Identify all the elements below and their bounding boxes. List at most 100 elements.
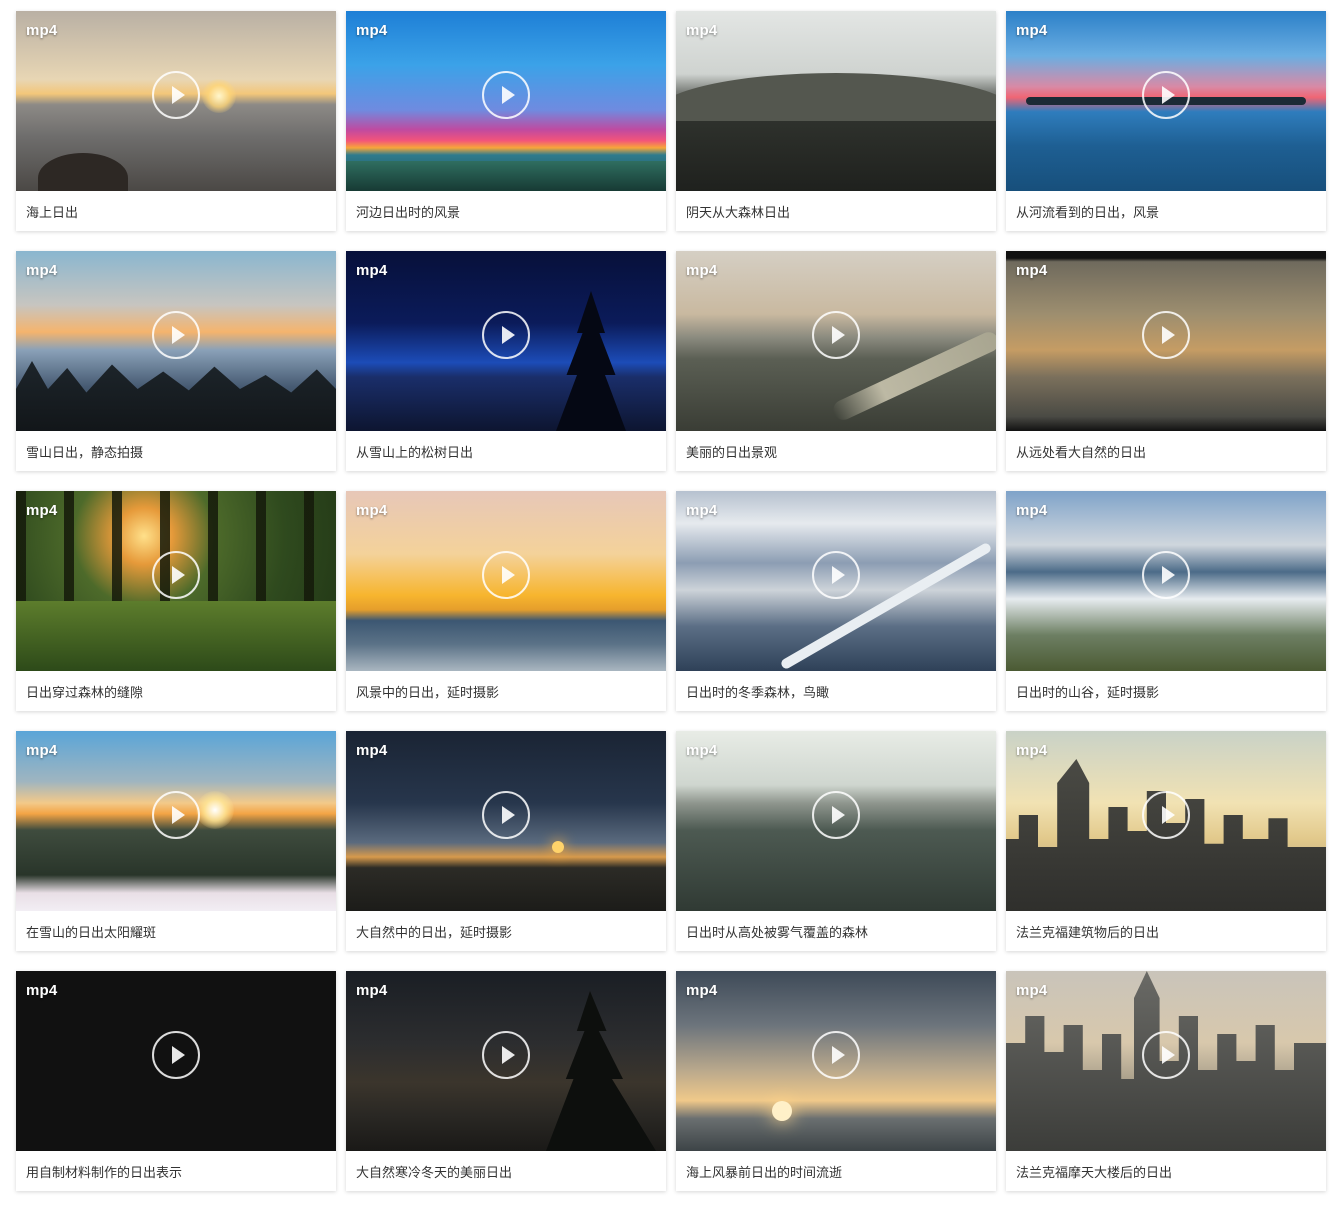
video-title[interactable]: 用自制材料制作的日出表示 bbox=[26, 1162, 326, 1181]
rock-silhouette bbox=[38, 153, 128, 191]
video-title[interactable]: 阴天从大森林日出 bbox=[686, 202, 986, 221]
video-card[interactable]: mp4 从雪山上的松树日出 bbox=[346, 251, 666, 471]
play-circle-icon[interactable] bbox=[812, 1031, 860, 1079]
format-badge: mp4 bbox=[1016, 502, 1048, 519]
video-title[interactable]: 雪山日出，静态拍摄 bbox=[26, 442, 326, 461]
video-card[interactable]: mp4 法兰克福摩天大楼后的日出 bbox=[1006, 971, 1326, 1191]
format-badge: mp4 bbox=[26, 982, 58, 999]
video-title[interactable]: 大自然寒冷冬天的美丽日出 bbox=[356, 1162, 656, 1181]
video-card[interactable]: mp4 用自制材料制作的日出表示 bbox=[16, 971, 336, 1191]
video-card[interactable]: mp4 日出时的冬季森林，鸟瞰 bbox=[676, 491, 996, 711]
play-circle-icon[interactable] bbox=[482, 71, 530, 119]
video-card[interactable]: mp4 在雪山的日出太阳耀斑 bbox=[16, 731, 336, 951]
video-card[interactable]: mp4 大自然中的日出，延时摄影 bbox=[346, 731, 666, 951]
format-badge: mp4 bbox=[686, 982, 718, 999]
video-title[interactable]: 河边日出时的风景 bbox=[356, 202, 656, 221]
video-card[interactable]: mp4 海上日出 bbox=[16, 11, 336, 231]
play-circle-icon[interactable] bbox=[152, 71, 200, 119]
video-thumbnail[interactable]: mp4 bbox=[346, 731, 666, 911]
video-thumbnail[interactable]: mp4 bbox=[346, 251, 666, 431]
play-circle-icon[interactable] bbox=[1142, 1031, 1190, 1079]
video-thumbnail[interactable]: mp4 bbox=[1006, 491, 1326, 671]
video-title[interactable]: 从远处看大自然的日出 bbox=[1016, 442, 1316, 461]
format-badge: mp4 bbox=[686, 22, 718, 39]
play-circle-icon[interactable] bbox=[482, 551, 530, 599]
format-badge: mp4 bbox=[356, 22, 388, 39]
video-title[interactable]: 日出穿过森林的缝隙 bbox=[26, 682, 326, 701]
format-badge: mp4 bbox=[356, 262, 388, 279]
pine-tree-silhouette bbox=[556, 291, 626, 431]
format-badge: mp4 bbox=[686, 742, 718, 759]
video-card[interactable]: mp4 从远处看大自然的日出 bbox=[1006, 251, 1326, 471]
video-card[interactable]: mp4 日出时的山谷，延时摄影 bbox=[1006, 491, 1326, 711]
video-card[interactable]: mp4 日出时从高处被雾气覆盖的森林 bbox=[676, 731, 996, 951]
format-badge: mp4 bbox=[356, 982, 388, 999]
video-thumbnail[interactable]: mp4 bbox=[1006, 971, 1326, 1151]
video-thumbnail[interactable]: mp4 bbox=[346, 11, 666, 191]
video-card[interactable]: mp4 河边日出时的风景 bbox=[346, 11, 666, 231]
video-thumbnail[interactable]: mp4 bbox=[16, 971, 336, 1151]
forest-silhouette bbox=[16, 361, 336, 431]
play-circle-icon[interactable] bbox=[482, 1031, 530, 1079]
play-circle-icon[interactable] bbox=[812, 551, 860, 599]
play-circle-icon[interactable] bbox=[1142, 71, 1190, 119]
format-badge: mp4 bbox=[1016, 982, 1048, 999]
sun-flare bbox=[196, 791, 234, 829]
video-title[interactable]: 海上日出 bbox=[26, 202, 326, 221]
video-thumbnail[interactable]: mp4 bbox=[676, 971, 996, 1151]
video-thumbnail[interactable]: mp4 bbox=[16, 11, 336, 191]
video-card[interactable]: mp4 海上风暴前日出的时间流逝 bbox=[676, 971, 996, 1191]
play-circle-icon[interactable] bbox=[812, 791, 860, 839]
video-thumbnail[interactable]: mp4 bbox=[1006, 11, 1326, 191]
video-thumbnail[interactable]: mp4 bbox=[16, 491, 336, 671]
video-thumbnail[interactable]: mp4 bbox=[676, 11, 996, 191]
video-title[interactable]: 大自然中的日出，延时摄影 bbox=[356, 922, 656, 941]
format-badge: mp4 bbox=[1016, 742, 1048, 759]
video-card[interactable]: mp4 风景中的日出，延时摄影 bbox=[346, 491, 666, 711]
video-title[interactable]: 日出时从高处被雾气覆盖的森林 bbox=[686, 922, 986, 941]
video-thumbnail[interactable]: mp4 bbox=[1006, 731, 1326, 911]
play-circle-icon[interactable] bbox=[152, 1031, 200, 1079]
video-title[interactable]: 从河流看到的日出，风景 bbox=[1016, 202, 1316, 221]
video-thumbnail[interactable]: mp4 bbox=[676, 251, 996, 431]
video-card[interactable]: mp4 阴天从大森林日出 bbox=[676, 11, 996, 231]
format-badge: mp4 bbox=[26, 742, 58, 759]
video-card[interactable]: mp4 雪山日出，静态拍摄 bbox=[16, 251, 336, 471]
video-thumbnail[interactable]: mp4 bbox=[676, 491, 996, 671]
video-title[interactable]: 从雪山上的松树日出 bbox=[356, 442, 656, 461]
video-title[interactable]: 风景中的日出，延时摄影 bbox=[356, 682, 656, 701]
format-badge: mp4 bbox=[1016, 22, 1048, 39]
video-thumbnail[interactable]: mp4 bbox=[346, 491, 666, 671]
video-card[interactable]: mp4 美丽的日出景观 bbox=[676, 251, 996, 471]
video-card[interactable]: mp4 法兰克福建筑物后的日出 bbox=[1006, 731, 1326, 951]
video-card[interactable]: mp4 从河流看到的日出，风景 bbox=[1006, 11, 1326, 231]
format-badge: mp4 bbox=[26, 502, 58, 519]
video-thumbnail[interactable]: mp4 bbox=[1006, 251, 1326, 431]
video-grid: mp4 海上日出 mp4 河边日出时的风景 mp4 阴天从大森林日出 mp4 从… bbox=[16, 11, 1326, 1191]
play-circle-icon[interactable] bbox=[482, 791, 530, 839]
video-thumbnail[interactable]: mp4 bbox=[16, 731, 336, 911]
video-thumbnail[interactable]: mp4 bbox=[346, 971, 666, 1151]
video-title[interactable]: 法兰克福建筑物后的日出 bbox=[1016, 922, 1316, 941]
video-thumbnail[interactable]: mp4 bbox=[16, 251, 336, 431]
video-title[interactable]: 日出时的冬季森林，鸟瞰 bbox=[686, 682, 986, 701]
video-card[interactable]: mp4 日出穿过森林的缝隙 bbox=[16, 491, 336, 711]
video-thumbnail[interactable]: mp4 bbox=[676, 731, 996, 911]
video-card[interactable]: mp4 大自然寒冷冬天的美丽日出 bbox=[346, 971, 666, 1191]
play-circle-icon[interactable] bbox=[482, 311, 530, 359]
video-title[interactable]: 法兰克福摩天大楼后的日出 bbox=[1016, 1162, 1316, 1181]
video-title[interactable]: 日出时的山谷，延时摄影 bbox=[1016, 682, 1316, 701]
play-circle-icon[interactable] bbox=[1142, 551, 1190, 599]
play-circle-icon[interactable] bbox=[152, 791, 200, 839]
forest-floor bbox=[16, 601, 336, 671]
play-circle-icon[interactable] bbox=[152, 551, 200, 599]
play-circle-icon[interactable] bbox=[1142, 311, 1190, 359]
sun-dot bbox=[552, 841, 564, 853]
play-circle-icon[interactable] bbox=[152, 311, 200, 359]
video-title[interactable]: 在雪山的日出太阳耀斑 bbox=[26, 922, 326, 941]
video-title[interactable]: 海上风暴前日出的时间流逝 bbox=[686, 1162, 986, 1181]
forest-silhouette bbox=[676, 121, 996, 191]
video-title[interactable]: 美丽的日出景观 bbox=[686, 442, 986, 461]
play-circle-icon[interactable] bbox=[1142, 791, 1190, 839]
play-circle-icon[interactable] bbox=[812, 311, 860, 359]
